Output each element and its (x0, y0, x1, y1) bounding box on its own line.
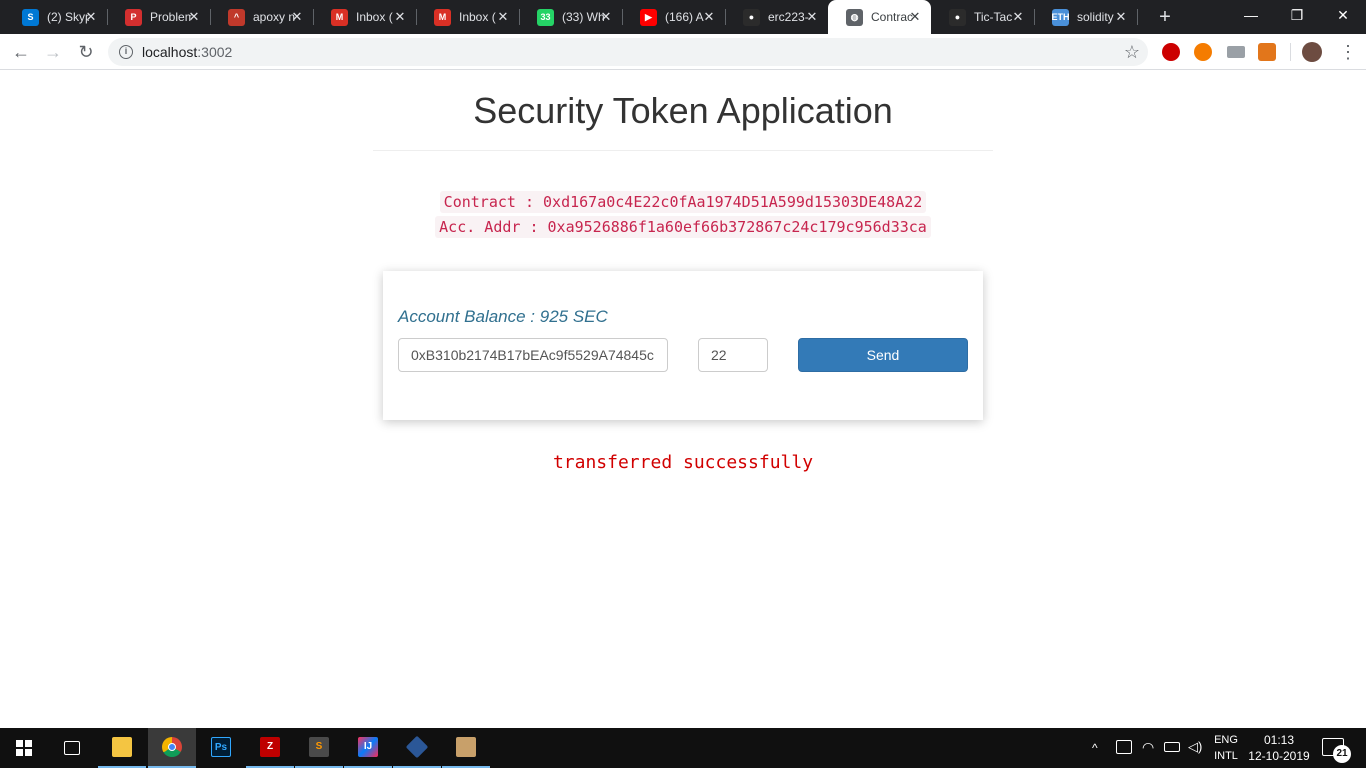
browser-tab[interactable]: M Inbox (✕ (313, 0, 417, 34)
task-view-icon[interactable] (48, 728, 96, 768)
profile-avatar[interactable] (1302, 42, 1322, 62)
minimize-button[interactable]: — (1228, 0, 1274, 30)
browser-tab-strip: S(2) Skype✕PProblems✕^apoxy n✕MInbox (✕M… (0, 0, 1366, 34)
file-explorer-icon[interactable] (98, 728, 146, 768)
bookmark-star-icon[interactable]: ☆ (1124, 41, 1140, 63)
gmail-icon: M (434, 8, 451, 26)
close-tab-icon[interactable]: ✕ (1010, 9, 1026, 25)
skype-icon: S (22, 8, 39, 26)
ganache-icon[interactable] (442, 728, 490, 768)
close-tab-icon[interactable]: ✕ (598, 9, 614, 25)
recipient-address-input[interactable] (398, 338, 668, 372)
chart-extension-icon[interactable] (1227, 46, 1245, 58)
windows-taskbar: Ps Z S IJ ^ ◠ ◁) ENG INTL 01:13 12-10-20… (0, 728, 1366, 768)
github-icon: ● (949, 8, 966, 26)
browser-tab[interactable]: S(2) Skype✕ (4, 0, 108, 34)
action-center-icon[interactable]: 21 (1322, 738, 1351, 763)
close-tab-icon[interactable]: ✕ (186, 9, 202, 25)
eth-icon: ETH (1052, 8, 1070, 26)
restore-button[interactable]: ❐ (1274, 0, 1320, 30)
apoxy-icon: ^ (228, 8, 245, 26)
toolbar-divider (1290, 43, 1291, 61)
github-icon: ● (743, 8, 760, 26)
close-tab-icon[interactable]: ✕ (83, 9, 99, 25)
browser-tab[interactable]: M Inbox (✕ (416, 0, 520, 34)
url-host: localhost (142, 44, 198, 60)
contract-address-text: Contract : 0xd167a0c4E22c0fAa1974D51A599… (439, 191, 927, 213)
browser-tab[interactable]: ETH solidity ✕ (1034, 0, 1138, 34)
wifi-icon[interactable]: ◠ (1142, 739, 1154, 779)
site-info-icon[interactable]: i (119, 45, 133, 59)
clock-date: 12-10-2019 (1248, 749, 1310, 763)
youtube-icon: ▶ (640, 8, 657, 26)
metamask-fox-icon[interactable] (1258, 43, 1276, 61)
browser-tab[interactable]: ● Tic-Tac ✕ (931, 0, 1035, 34)
close-tab-icon[interactable]: ✕ (495, 9, 511, 25)
windows-start-icon[interactable] (0, 728, 48, 768)
language-code: ENG (1214, 734, 1238, 746)
account-address-line: Acc. Addr : 0xa9526886f1a60ef66b372867c2… (0, 216, 1366, 238)
volume-icon[interactable]: ◁) (1188, 739, 1202, 779)
title-divider (373, 150, 993, 151)
page-content: Security Token Application Contract : 0x… (0, 70, 1366, 728)
whatsapp-icon: 33 (537, 8, 554, 26)
sublime-text-icon[interactable]: S (295, 728, 343, 768)
account-address-text: Acc. Addr : 0xa9526886f1a60ef66b372867c2… (435, 216, 931, 238)
amount-input[interactable] (698, 338, 768, 372)
filezilla-icon[interactable]: Z (246, 728, 294, 768)
close-tab-icon[interactable]: ✕ (392, 9, 408, 25)
network-monitor-icon[interactable] (1116, 740, 1132, 754)
forward-button[interactable]: → (39, 38, 67, 66)
close-tab-icon[interactable]: ✕ (804, 9, 820, 25)
system-clock[interactable]: 01:13 12-10-2019 (1248, 732, 1310, 764)
new-tab-button[interactable]: + (1154, 6, 1176, 28)
browser-tab[interactable]: ▶ (166) A ✕ (622, 0, 726, 34)
close-tab-icon[interactable]: ✕ (907, 9, 923, 25)
photoshop-icon[interactable]: Ps (197, 728, 245, 768)
opera-extension-icon[interactable] (1162, 43, 1180, 61)
gmail-icon: M (331, 8, 348, 26)
close-tab-icon[interactable]: ✕ (289, 9, 305, 25)
close-tab-icon[interactable]: ✕ (701, 9, 717, 25)
tab-separator (1137, 9, 1138, 25)
transfer-card: Account Balance : 925 SEC Send (383, 271, 983, 420)
transfer-status-message: transferred successfully (552, 452, 814, 473)
send-button[interactable]: Send (798, 338, 968, 372)
contract-address-line: Contract : 0xd167a0c4E22c0fAa1974D51A599… (0, 191, 1366, 213)
browser-tab[interactable]: PProblems✕ (107, 0, 211, 34)
back-button[interactable]: ← (7, 38, 35, 66)
account-balance: Account Balance : 925 SEC (398, 307, 608, 326)
browser-tab[interactable]: 33 (33) Wh ✕ (519, 0, 623, 34)
fire-extension-icon[interactable] (1194, 43, 1212, 61)
clock-time: 01:13 (1263, 733, 1295, 747)
close-tab-icon[interactable]: ✕ (1113, 9, 1129, 25)
battery-icon[interactable] (1164, 742, 1180, 752)
show-hidden-icons-chevron-icon[interactable]: ^ (1092, 740, 1106, 780)
chrome-menu-icon[interactable]: ⋮ (1338, 38, 1358, 66)
close-window-button[interactable]: ✕ (1320, 0, 1366, 30)
address-bar[interactable]: i localhost:3002 ☆ (108, 38, 1148, 66)
chrome-icon[interactable] (148, 728, 196, 768)
git-icon[interactable] (393, 728, 441, 768)
page-title: Security Token Application (473, 90, 893, 131)
browser-toolbar: ← → ↻ i localhost:3002 ☆ (0, 34, 1366, 70)
url-port: :3002 (197, 44, 233, 60)
problem-icon: P (125, 8, 142, 26)
reload-button[interactable]: ↻ (72, 38, 100, 66)
notification-count-badge: 21 (1333, 745, 1351, 763)
intellij-icon[interactable]: IJ (344, 728, 392, 768)
browser-tab[interactable]: ● erc223- ✕ (725, 0, 828, 34)
input-language-indicator[interactable]: ENG INTL (1210, 732, 1242, 764)
browser-tab[interactable]: ◍ Contract ✕ (828, 0, 931, 34)
url-text[interactable]: localhost:3002 (142, 38, 232, 66)
browser-tab[interactable]: ^ apoxy n ✕ (210, 0, 314, 34)
keyboard-layout: INTL (1214, 750, 1238, 762)
globe-icon: ◍ (846, 8, 863, 26)
